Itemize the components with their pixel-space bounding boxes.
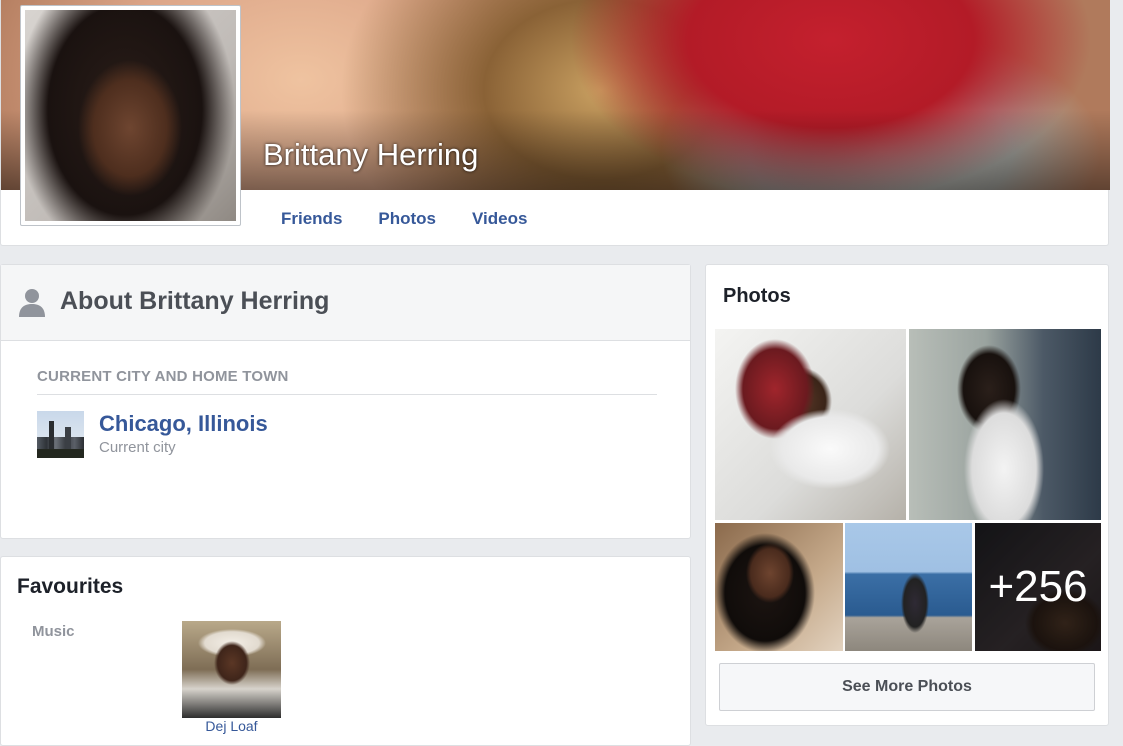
tab-videos[interactable]: Videos [454,209,545,229]
current-city-link[interactable]: Chicago, Illinois [99,411,268,437]
profile-name[interactable]: Brittany Herring [263,137,478,173]
favourites-card: Favourites Music Dej Loaf [0,556,691,746]
section-divider [37,394,657,395]
profile-picture[interactable] [20,5,241,226]
favourites-category: Music [32,623,75,640]
city-thumbnail[interactable] [37,411,84,458]
avatar [25,10,236,221]
photo-thumbnail[interactable] [845,523,972,651]
more-photos-count: +256 [975,523,1101,651]
photo-thumbnail[interactable] [909,329,1101,520]
photo-thumbnail[interactable] [715,523,843,651]
favourites-title: Favourites [17,575,124,598]
favourite-thumbnail[interactable] [182,621,281,718]
about-title: About Brittany Herring [60,287,330,315]
tab-photos[interactable]: Photos [360,209,454,229]
person-icon [19,289,45,317]
photos-title[interactable]: Photos [723,285,791,308]
photo-thumbnail-more[interactable]: +256 [975,523,1101,651]
about-header: About Brittany Herring [1,265,690,341]
photos-card: Photos +256 See More Photos [705,264,1109,726]
skyline-base [37,449,84,458]
section-label: CURRENT CITY AND HOME TOWN [37,368,289,385]
current-city-caption: Current city [99,439,176,456]
tab-friends[interactable]: Friends [263,209,360,229]
about-card: About Brittany Herring CURRENT CITY AND … [0,264,691,539]
photo-thumbnail[interactable] [715,329,906,520]
profile-header: Brittany Herring Friends Photos Videos [0,0,1110,246]
profile-tabs: Friends Photos Videos [263,209,545,229]
favourite-name-link[interactable]: Dej Loaf [182,718,281,734]
see-more-photos-button[interactable]: See More Photos [719,663,1095,711]
